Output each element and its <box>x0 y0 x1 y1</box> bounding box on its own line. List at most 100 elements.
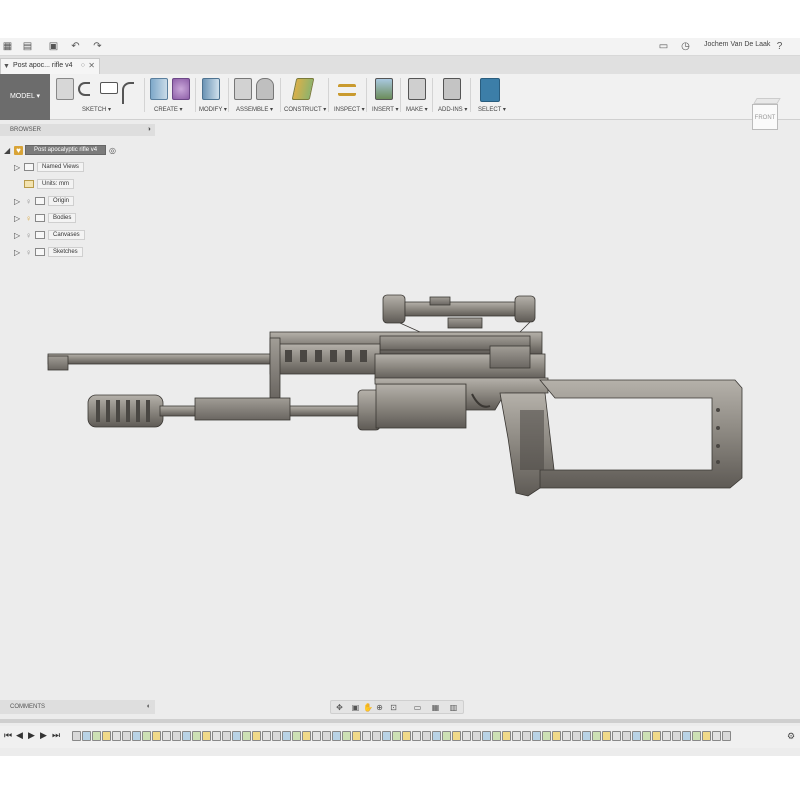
foregrip-rail[interactable] <box>194 397 291 421</box>
timeline-feature-icon[interactable] <box>362 731 371 741</box>
timeline-feature-icon[interactable] <box>182 731 191 741</box>
timeline-feature-icon[interactable] <box>212 731 221 741</box>
go-to-start-icon[interactable]: ⏮ <box>4 730 12 741</box>
timeline-feature-icon[interactable] <box>482 731 491 741</box>
timeline-feature-icon[interactable] <box>402 731 411 741</box>
timeline-feature-icon[interactable] <box>492 731 501 741</box>
timeline-feature-icon[interactable] <box>92 731 101 741</box>
rifle-3d-model[interactable] <box>0 38 800 756</box>
comments-panel-header[interactable]: COMMENTS ◐ <box>0 700 155 714</box>
timeline-feature-icon[interactable] <box>332 731 341 741</box>
timeline-feature-icon[interactable] <box>382 731 391 741</box>
viewports-icon[interactable]: ▥ <box>449 703 458 712</box>
muzzle-tip[interactable] <box>47 355 69 371</box>
timeline-feature-icon[interactable] <box>702 731 711 741</box>
scope-mount-block[interactable] <box>447 317 483 329</box>
add-comment-icon[interactable]: ◐ <box>147 703 151 710</box>
timeline-feature-icon[interactable] <box>582 731 591 741</box>
timeline-feature-icon[interactable] <box>472 731 481 741</box>
timeline-feature-icon[interactable] <box>372 731 381 741</box>
timeline-feature-icon[interactable] <box>512 731 521 741</box>
timeline-feature-icon[interactable] <box>312 731 321 741</box>
timeline-feature-icon[interactable] <box>652 731 661 741</box>
timeline-feature-icon[interactable] <box>232 731 241 741</box>
timeline-feature-icon[interactable] <box>142 731 151 741</box>
front-sight-post[interactable] <box>269 337 281 399</box>
play-icon[interactable]: ▶ <box>28 730 35 741</box>
timeline-feature-icon[interactable] <box>412 731 421 741</box>
stock-bolt <box>716 444 720 448</box>
pan-icon[interactable]: ✋ <box>363 703 373 712</box>
timeline-feature-icon[interactable] <box>252 731 261 741</box>
timeline-feature-icon[interactable] <box>592 731 601 741</box>
timeline-feature-icon[interactable] <box>712 731 721 741</box>
vent <box>330 350 337 362</box>
scope-turret[interactable] <box>429 296 451 306</box>
timeline-feature-icon[interactable] <box>542 731 551 741</box>
timeline-feature-icon[interactable] <box>612 731 621 741</box>
scope-rear-bell[interactable] <box>514 295 536 323</box>
timeline-feature-icon[interactable] <box>642 731 651 741</box>
timeline-feature-icon[interactable] <box>392 731 401 741</box>
timeline-feature-icon[interactable] <box>532 731 541 741</box>
timeline-feature-icon[interactable] <box>172 731 181 741</box>
timeline-feature-icon[interactable] <box>282 731 291 741</box>
look-at-icon[interactable]: ▣ <box>351 703 360 712</box>
timeline-feature-icon[interactable] <box>112 731 121 741</box>
grid-settings-icon[interactable]: ▦ <box>431 703 440 712</box>
timeline-feature-icon[interactable] <box>522 731 531 741</box>
timeline-feature-icon[interactable] <box>152 731 161 741</box>
timeline-feature-icon[interactable] <box>462 731 471 741</box>
timeline-feature-icon[interactable] <box>692 731 701 741</box>
timeline-feature-icon[interactable] <box>102 731 111 741</box>
timeline-feature-icon[interactable] <box>352 731 361 741</box>
timeline-feature-icon[interactable] <box>622 731 631 741</box>
timeline-feature-icon[interactable] <box>662 731 671 741</box>
timeline-feature-icon[interactable] <box>442 731 451 741</box>
timeline-feature-icon[interactable] <box>242 731 251 741</box>
step-back-icon[interactable]: ◀ <box>16 730 23 741</box>
timeline-feature-icon[interactable] <box>292 731 301 741</box>
timeline-feature-icon[interactable] <box>122 731 131 741</box>
timeline-feature-icon[interactable] <box>162 731 171 741</box>
zoom-icon[interactable]: ⊕ <box>375 703 384 712</box>
timeline-feature-icon[interactable] <box>682 731 691 741</box>
timeline-feature-icon[interactable] <box>632 731 641 741</box>
timeline-feature-icon[interactable] <box>562 731 571 741</box>
timeline-feature-icon[interactable] <box>192 731 201 741</box>
suppressor-groove <box>136 400 140 422</box>
timeline-feature-icon[interactable] <box>302 731 311 741</box>
timeline-feature-icon[interactable] <box>72 731 81 741</box>
timeline-feature-icon[interactable] <box>502 731 511 741</box>
timeline-feature-icon[interactable] <box>422 731 431 741</box>
timeline-feature-icon[interactable] <box>322 731 331 741</box>
timeline-feature-track[interactable] <box>72 731 777 743</box>
timeline-feature-icon[interactable] <box>452 731 461 741</box>
stock-frame[interactable] <box>539 379 743 489</box>
timeline-feature-icon[interactable] <box>82 731 91 741</box>
timeline-settings-icon[interactable]: ⚙ <box>787 731 795 742</box>
orbit-icon[interactable]: ✥ <box>335 703 344 712</box>
timeline-feature-icon[interactable] <box>572 731 581 741</box>
step-forward-icon[interactable]: ▶ <box>40 730 47 741</box>
scope-tube[interactable] <box>404 301 516 317</box>
timeline-feature-icon[interactable] <box>432 731 441 741</box>
timeline-feature-icon[interactable] <box>672 731 681 741</box>
timeline-feature-icon[interactable] <box>222 731 231 741</box>
timeline-feature-icon[interactable] <box>272 731 281 741</box>
timeline-feature-icon[interactable] <box>132 731 141 741</box>
display-settings-icon[interactable]: ▭ <box>413 703 422 712</box>
magazine-well[interactable] <box>375 383 467 429</box>
suppressor-groove <box>126 400 130 422</box>
timeline-feature-icon[interactable] <box>202 731 211 741</box>
timeline-feature-icon[interactable] <box>262 731 271 741</box>
timeline-feature-icon[interactable] <box>602 731 611 741</box>
timeline-feature-icon[interactable] <box>342 731 351 741</box>
go-to-end-icon[interactable]: ⏭ <box>52 730 60 741</box>
bolt-handle[interactable] <box>489 345 531 369</box>
timeline-feature-icon[interactable] <box>552 731 561 741</box>
barrel[interactable] <box>47 353 279 365</box>
timeline-feature-icon[interactable] <box>722 731 731 741</box>
fit-icon[interactable]: ⊡ <box>389 703 398 712</box>
scope-front-bell[interactable] <box>382 294 406 324</box>
